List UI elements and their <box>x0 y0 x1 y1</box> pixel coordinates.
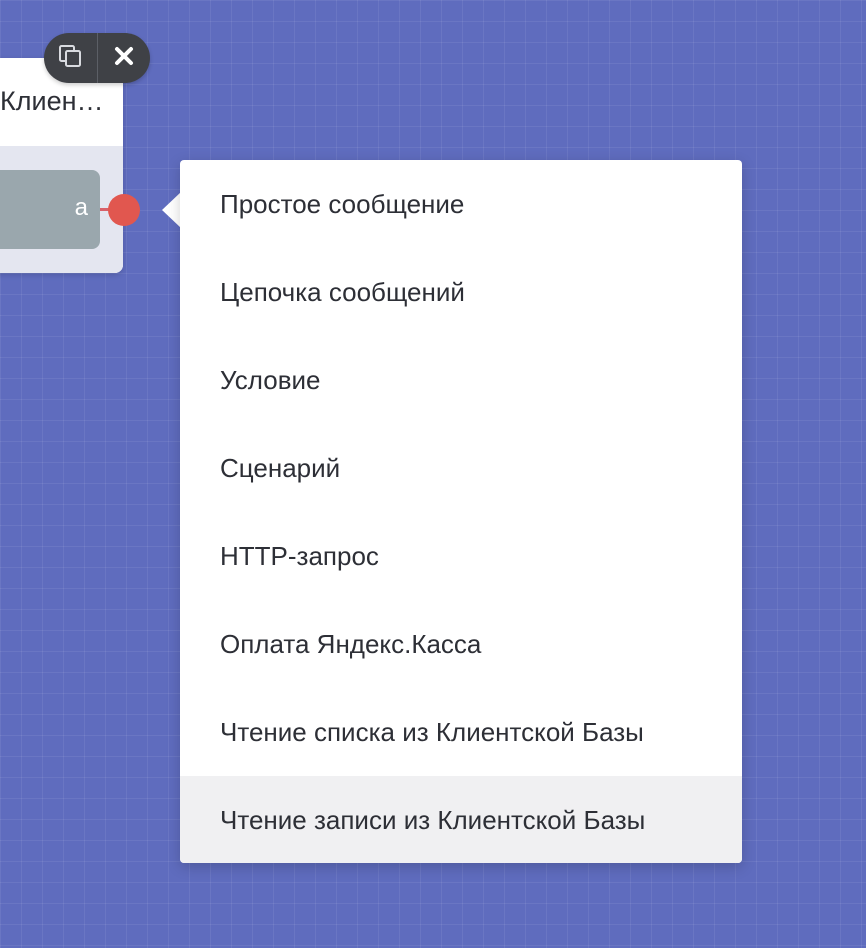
menu-item-condition[interactable]: Условие <box>180 336 742 424</box>
connector-handle[interactable] <box>108 194 140 226</box>
close-icon <box>113 45 135 72</box>
flow-node-card[interactable]: Клиен… а <box>0 58 123 273</box>
node-action-button-label: а <box>74 194 88 221</box>
node-toolbar <box>44 33 150 83</box>
copy-button[interactable] <box>44 33 97 83</box>
delete-button[interactable] <box>97 33 150 83</box>
menu-item-yandex-payment[interactable]: Оплата Яндекс.Касса <box>180 600 742 688</box>
menu-item-read-client-list[interactable]: Чтение списка из Клиентской Базы <box>180 688 742 776</box>
node-action-button[interactable]: а <box>0 170 100 249</box>
menu-item-simple-message[interactable]: Простое сообщение <box>180 160 742 248</box>
menu-item-message-chain[interactable]: Цепочка сообщений <box>180 248 742 336</box>
dropdown-pointer <box>162 192 181 228</box>
add-step-menu: Простое сообщение Цепочка сообщений Усло… <box>180 160 742 863</box>
menu-item-read-client-record[interactable]: Чтение записи из Клиентской Базы <box>180 776 742 863</box>
node-title: Клиен… <box>0 86 104 116</box>
menu-item-http-request[interactable]: HTTP-запрос <box>180 512 742 600</box>
flow-canvas[interactable]: Клиен… а Простое сообщение Цепочка сообщ… <box>0 0 866 948</box>
menu-item-scenario[interactable]: Сценарий <box>180 424 742 512</box>
copy-icon <box>57 43 83 74</box>
